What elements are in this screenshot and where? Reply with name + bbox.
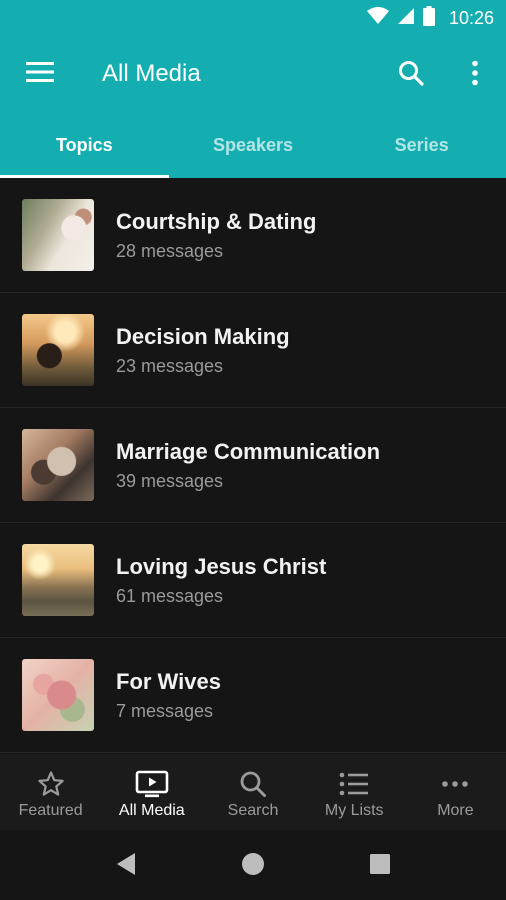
nav-label: Search bbox=[227, 802, 279, 819]
back-triangle-icon bbox=[115, 852, 137, 881]
hamburger-menu-icon bbox=[26, 61, 54, 88]
menu-button[interactable] bbox=[20, 54, 60, 94]
home-circle-icon bbox=[241, 852, 265, 881]
topic-item-loving-jesus-christ[interactable]: Loving Jesus Christ 61 messages bbox=[0, 523, 506, 638]
topic-message-count: 23 messages bbox=[116, 356, 224, 376]
search-button[interactable] bbox=[390, 54, 432, 96]
topic-message-count: 61 messages bbox=[116, 586, 224, 606]
list-icon bbox=[339, 768, 369, 800]
nav-more[interactable]: More bbox=[405, 754, 506, 830]
nav-search[interactable]: Search bbox=[202, 754, 303, 830]
tv-play-icon bbox=[135, 768, 169, 800]
topic-thumbnail bbox=[22, 544, 94, 616]
nav-label: All Media bbox=[118, 802, 185, 819]
more-horiz-icon bbox=[441, 768, 469, 800]
topic-title: Courtship & Dating bbox=[116, 209, 317, 234]
bottom-navigation: Featured All Media Search My Lists More bbox=[0, 754, 506, 830]
topic-thumbnail bbox=[22, 314, 94, 386]
more-vert-icon bbox=[471, 60, 479, 91]
wifi-icon bbox=[366, 6, 389, 30]
system-recents-button[interactable] bbox=[364, 850, 396, 882]
tab-topics[interactable]: Topics bbox=[0, 112, 169, 178]
nav-label: My Lists bbox=[324, 802, 384, 819]
topic-thumbnail bbox=[22, 199, 94, 271]
search-icon bbox=[239, 768, 267, 800]
tab-series[interactable]: Series bbox=[337, 112, 506, 178]
topic-item-decision-making[interactable]: Decision Making 23 messages bbox=[0, 293, 506, 408]
system-back-button[interactable] bbox=[110, 850, 142, 882]
app-root: 10:26 All Media Topics Speakers Series C… bbox=[0, 0, 506, 900]
page-title: All Media bbox=[102, 60, 201, 87]
topic-item-for-wives[interactable]: For Wives 7 messages bbox=[0, 638, 506, 753]
topic-thumbnail bbox=[22, 429, 94, 501]
nav-my-lists[interactable]: My Lists bbox=[304, 754, 405, 830]
topic-item-marriage-communication[interactable]: Marriage Communication 39 messages bbox=[0, 408, 506, 523]
star-icon bbox=[37, 768, 65, 800]
topic-item-courtship-dating[interactable]: Courtship & Dating 28 messages bbox=[0, 178, 506, 293]
nav-all-media[interactable]: All Media bbox=[101, 754, 202, 830]
nav-label: More bbox=[437, 802, 474, 819]
topic-message-count: 28 messages bbox=[116, 241, 224, 261]
cell-signal-icon bbox=[397, 7, 415, 30]
system-navigation-bar bbox=[0, 830, 506, 900]
nav-label: Featured bbox=[18, 802, 83, 819]
topic-list: Courtship & Dating 28 messages Decision … bbox=[0, 178, 506, 754]
topic-message-count: 39 messages bbox=[116, 471, 224, 491]
search-icon bbox=[398, 60, 424, 91]
topic-message-count: 7 messages bbox=[116, 701, 214, 721]
topic-title: For Wives bbox=[116, 669, 221, 694]
battery-icon bbox=[422, 5, 435, 31]
system-home-button[interactable] bbox=[237, 850, 269, 882]
topic-title: Decision Making bbox=[116, 324, 290, 349]
status-time: 10:26 bbox=[448, 7, 494, 28]
nav-featured[interactable]: Featured bbox=[0, 754, 101, 830]
status-bar: 10:26 bbox=[0, 0, 506, 36]
topic-title: Loving Jesus Christ bbox=[116, 554, 327, 579]
overflow-menu-button[interactable] bbox=[456, 54, 494, 96]
topic-thumbnail bbox=[22, 659, 94, 731]
recents-square-icon bbox=[369, 853, 391, 880]
tab-speakers[interactable]: Speakers bbox=[169, 112, 338, 178]
app-bar: All Media bbox=[0, 36, 506, 112]
tab-bar: Topics Speakers Series bbox=[0, 112, 506, 178]
topic-title: Marriage Communication bbox=[116, 439, 381, 464]
